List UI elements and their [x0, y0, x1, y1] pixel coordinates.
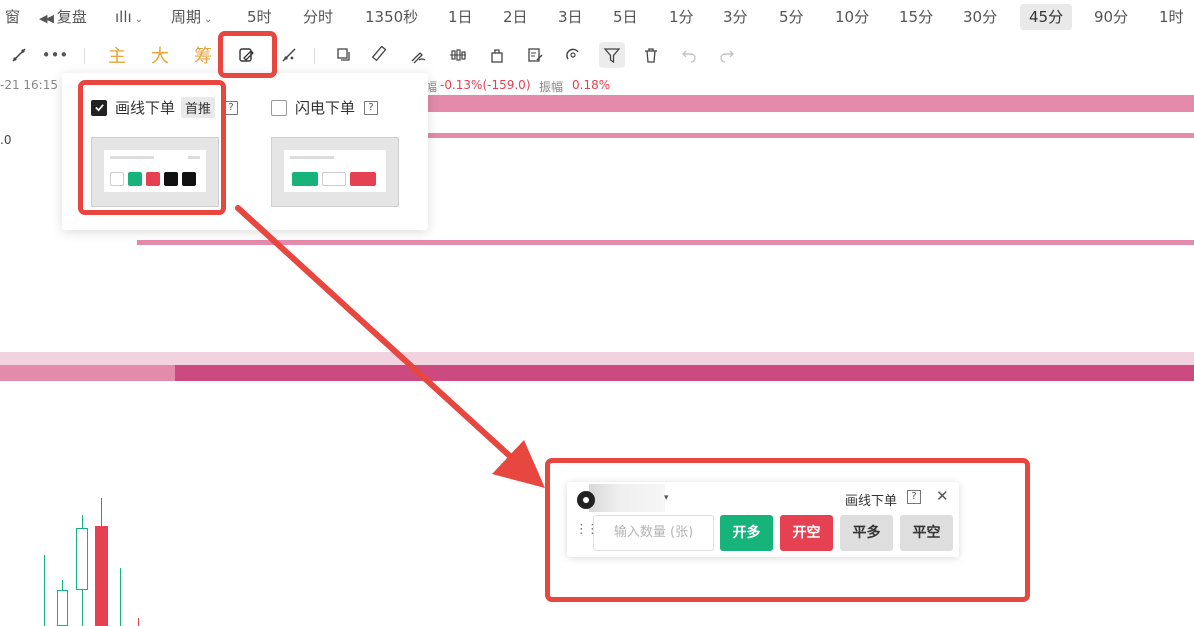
annotation-arrow-icon: [235, 205, 545, 488]
